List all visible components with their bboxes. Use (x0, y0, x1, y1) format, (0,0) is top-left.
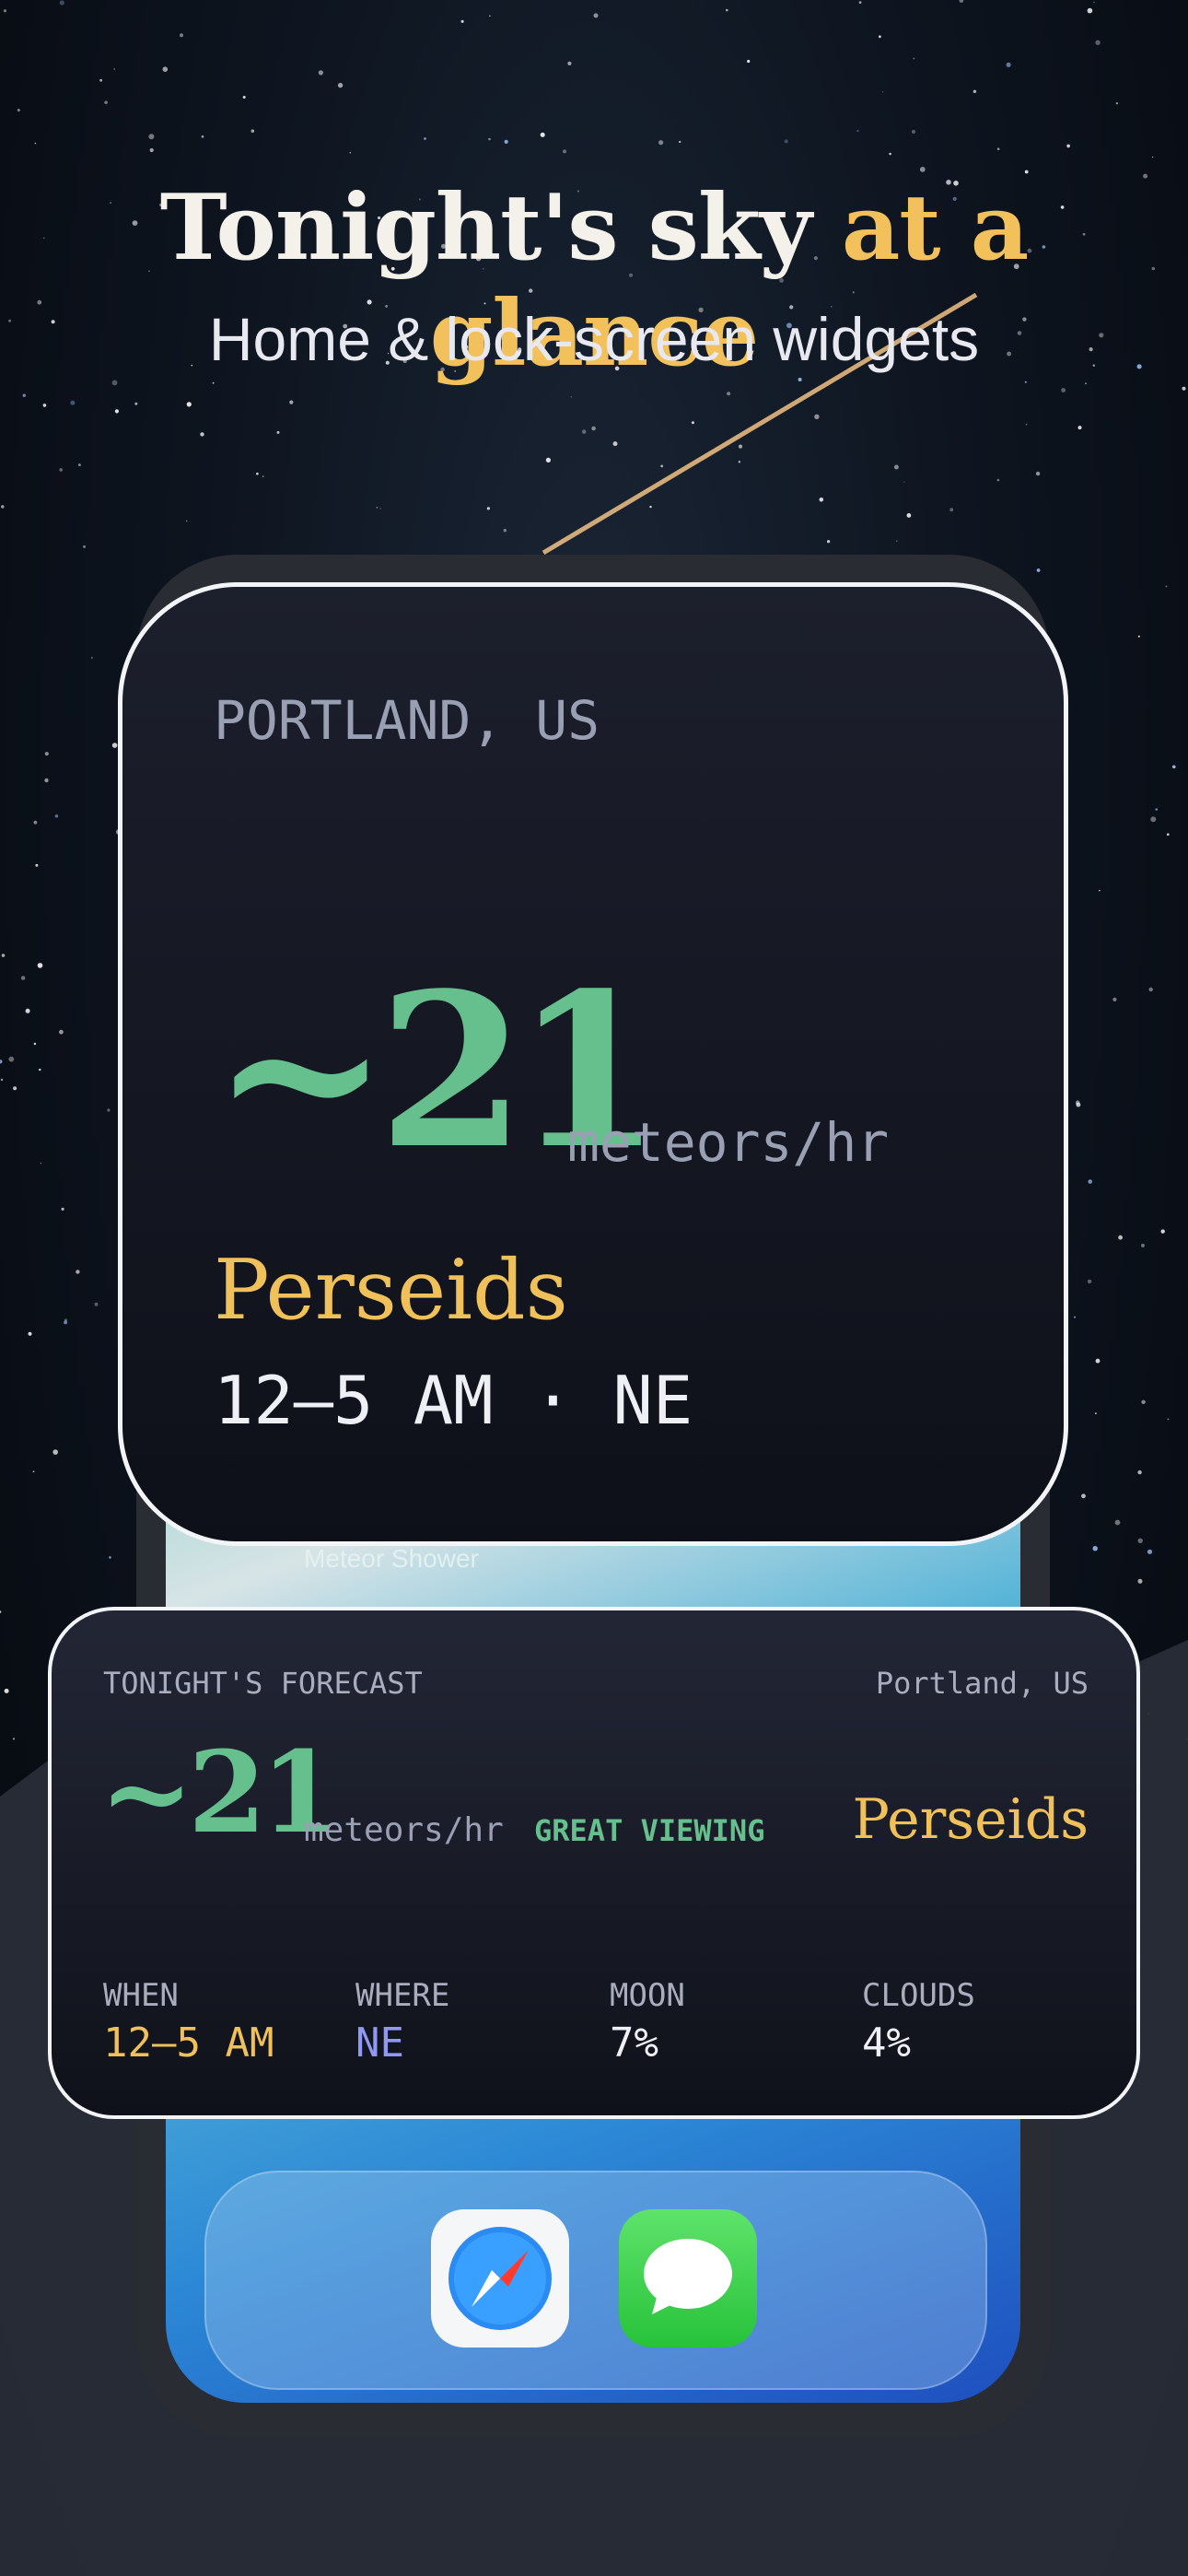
stat-clouds-value: 4% (862, 2020, 911, 2067)
stat-moon-label: MOON (610, 1977, 685, 2014)
medium-widget-title: TONIGHT'S FORECAST (103, 1666, 423, 1701)
screen-widget-label: Meteor Shower (304, 1544, 479, 1573)
large-widget-location: PORTLAND, US (214, 689, 600, 752)
messages-bubble-icon (644, 2239, 732, 2314)
subheadline: Home & lock-screen widgets (208, 305, 980, 373)
large-widget-unit: meteors/hr (567, 1111, 890, 1174)
stat-where-label: WHERE (355, 1977, 450, 2014)
safari-app-icon[interactable] (431, 2209, 569, 2348)
viewing-quality-badge: GREAT VIEWING (534, 1813, 765, 1848)
medium-widget-unit: meteors/hr (304, 1811, 504, 1849)
stat-when-value: 12–5 AM (103, 2020, 274, 2067)
safari-compass-icon (448, 2227, 552, 2330)
large-widget-time-direction: 12–5 AM · NE (214, 1362, 693, 1439)
stat-where-value: NE (355, 2020, 404, 2067)
app-dock (204, 2171, 987, 2390)
medium-widget-rate: ~21 (99, 1726, 339, 1858)
medium-widget-location: Portland, US (875, 1666, 1089, 1701)
medium-widget-shower-name: Perseids (852, 1787, 1089, 1852)
stat-when-label: WHEN (103, 1977, 179, 2014)
messages-app-icon[interactable] (619, 2209, 757, 2348)
headline-main: Tonight's sky (159, 175, 812, 281)
stat-clouds-label: CLOUDS (862, 1977, 975, 2014)
large-widget-shower-name: Perseids (214, 1242, 568, 1339)
stat-moon-value: 7% (610, 2020, 658, 2067)
